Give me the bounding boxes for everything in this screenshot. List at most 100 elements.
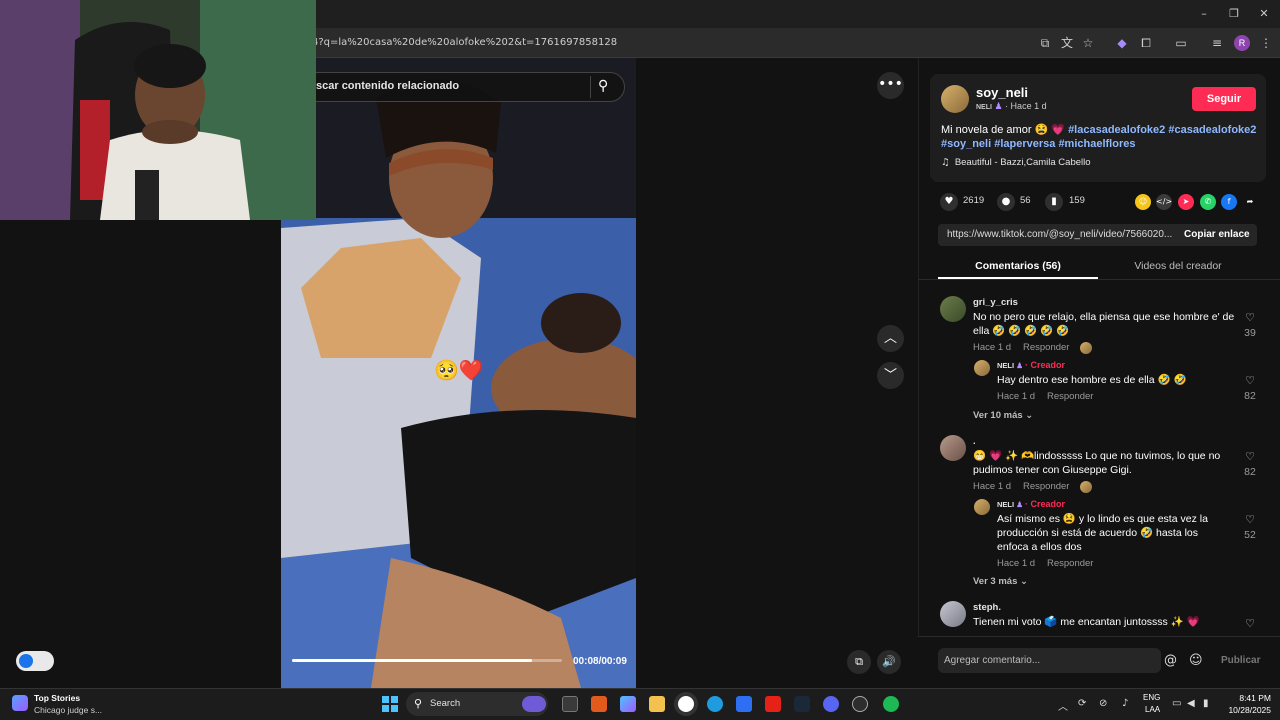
discord-icon[interactable] [823, 696, 839, 712]
close-window-icon[interactable]: ✕ [1256, 6, 1272, 22]
emoji-icon[interactable]: ☺ [1189, 653, 1203, 668]
spotify-icon[interactable] [883, 696, 899, 712]
comment-icon[interactable]: ● [997, 193, 1015, 211]
tray-volume-icon[interactable]: ◀ [1187, 698, 1195, 709]
hashtag-link[interactable]: #soy_neli [941, 138, 991, 150]
commenter-avatar[interactable] [940, 435, 966, 461]
follow-button[interactable]: Seguir [1192, 87, 1256, 111]
reply-user-label: NELI [997, 500, 1015, 509]
tray-battery-icon[interactable]: ▮ [1203, 698, 1209, 709]
video-progress-fill [292, 659, 533, 662]
chevron-down-icon: ⌄ [1025, 410, 1034, 421]
hashtag-link[interactable]: #lacasadealofoke2 [1068, 124, 1165, 136]
tray-microphone-icon[interactable]: ♪ [1122, 698, 1128, 709]
comment-like-icon[interactable]: ♡ [1242, 617, 1258, 630]
app-icon-orange[interactable] [591, 696, 607, 712]
chrome-icon[interactable] [678, 696, 694, 712]
taskbar-search-label: Search [430, 698, 461, 709]
maximize-icon[interactable]: ❐ [1226, 6, 1242, 22]
extensions-puzzle-icon[interactable]: ⧠ [1138, 35, 1154, 51]
send-icon[interactable]: ➤ [1178, 194, 1194, 210]
url-text[interactable]: 4?q=la%20casa%20de%20alofoke%202&t=17616… [312, 37, 617, 48]
news-widget-icon[interactable] [12, 695, 28, 711]
caption-text: Mi novela de amor 😫 💗 [941, 124, 1065, 136]
translate-icon[interactable]: 文 [1059, 35, 1075, 51]
profile-avatar[interactable]: R [1234, 35, 1250, 51]
mini-player-icon[interactable]: ⧉ [847, 650, 871, 674]
comment-username[interactable]: . [973, 436, 976, 447]
author-avatar[interactable] [941, 85, 969, 113]
view-more-replies[interactable]: Ver 10 más ⌄ [973, 410, 1033, 421]
bookmark-icon[interactable]: ▮ [1045, 193, 1063, 211]
embed-icon[interactable]: </> [1156, 194, 1172, 210]
settings-gear-icon[interactable] [852, 696, 868, 712]
file-explorer-icon[interactable] [649, 696, 665, 712]
reply-button[interactable]: Responder [1047, 558, 1093, 569]
hashtag-link[interactable]: #casadealofoke2 [1168, 124, 1256, 136]
comment-like-count: 39 [1244, 327, 1256, 339]
tray-chevron-up-icon[interactable]: ︿ [1058, 698, 1068, 713]
tray-display-icon[interactable]: ▭ [1172, 698, 1181, 709]
news-widget-subtitle[interactable]: Chicago judge s... [34, 705, 102, 715]
share-arrow-icon[interactable]: ➦ [1242, 194, 1258, 210]
reply-text: Hay dentro ese hombre es de ella 🤣 🤣 [997, 374, 1187, 386]
volume-icon[interactable]: 🔊 [877, 650, 901, 674]
reply-button[interactable]: Responder [1047, 391, 1093, 402]
next-video-button[interactable]: ﹀ [877, 362, 904, 389]
creator-avatar[interactable] [974, 499, 990, 515]
windows-start-icon[interactable] [382, 696, 398, 712]
author-name[interactable]: soy_neli [976, 85, 1028, 100]
clock-date[interactable]: 10/28/2025 [1220, 705, 1271, 715]
reply-button[interactable]: Responder [1023, 342, 1069, 353]
steam-icon[interactable] [794, 696, 810, 712]
reply-like-icon[interactable]: ♡ [1242, 513, 1258, 526]
comment-like-icon[interactable]: ♡ [1242, 450, 1258, 463]
comment-username[interactable]: steph. [973, 602, 1001, 613]
cast-icon[interactable]: ⧉ [1037, 35, 1053, 51]
reply-username[interactable]: NELI ♟ · Creador [997, 360, 1065, 370]
tray-network-off-icon[interactable]: ⊘ [1099, 698, 1107, 709]
commenter-avatar[interactable] [940, 601, 966, 627]
hashtag-link[interactable]: #laperversa [994, 138, 1055, 150]
comment-username[interactable]: gri_y_cris [973, 297, 1018, 308]
more-options-button[interactable]: ••• [877, 72, 904, 99]
youtube-icon[interactable] [765, 696, 781, 712]
music-track[interactable]: ♫ Beautiful - Bazzi,Camila Cabello [941, 157, 1091, 168]
minimize-icon[interactable]: – [1196, 6, 1212, 22]
reply-like-icon[interactable]: ♡ [1242, 374, 1258, 387]
copilot-app-icon[interactable] [522, 696, 546, 712]
extension-icon[interactable]: ◆ [1114, 35, 1130, 51]
tab-creator-videos[interactable]: Videos del creador [1098, 260, 1258, 272]
previous-video-button[interactable]: ︿ [877, 325, 904, 352]
creator-avatar[interactable] [974, 360, 990, 376]
task-view-icon[interactable] [562, 696, 578, 712]
copilot-icon[interactable] [620, 696, 636, 712]
copy-link-button[interactable]: Copiar enlace [1184, 229, 1250, 240]
keyboard-layout[interactable]: LAA [1145, 705, 1160, 714]
commenter-avatar[interactable] [940, 296, 966, 322]
language-code[interactable]: ENG [1143, 693, 1160, 702]
whatsapp-icon[interactable]: ✆ [1200, 194, 1216, 210]
view-more-replies[interactable]: Ver 3 más ⌄ [973, 576, 1028, 587]
store-icon[interactable] [736, 696, 752, 712]
clock-time[interactable]: 8:41 PM [1229, 693, 1271, 703]
tray-sync-icon[interactable]: ⟳ [1078, 698, 1086, 709]
video-progress-bar[interactable] [292, 659, 562, 662]
mention-icon[interactable]: @ [1164, 653, 1177, 668]
reply-username[interactable]: NELI ♟ · Creador [997, 499, 1065, 509]
heart-icon[interactable]: ♥ [940, 193, 958, 211]
hashtag-link[interactable]: #michaelflores [1058, 138, 1135, 150]
sidebar-icon[interactable]: ▭ [1173, 35, 1189, 51]
reply-button[interactable]: Responder [1023, 481, 1069, 492]
facebook-icon[interactable]: f [1221, 194, 1237, 210]
publish-button[interactable]: Publicar [1221, 655, 1260, 666]
favorites-share-icon[interactable]: ☺ [1135, 194, 1151, 210]
comment-like-icon[interactable]: ♡ [1242, 311, 1258, 324]
browser-menu-icon[interactable]: ⋮ [1258, 35, 1274, 51]
tab-comments[interactable]: Comentarios (56) [938, 260, 1098, 272]
edge-icon[interactable] [707, 696, 723, 712]
search-icon[interactable]: ⚲ [598, 78, 608, 94]
bookmark-star-icon[interactable]: ☆ [1080, 35, 1096, 51]
reading-list-icon[interactable]: ≡ [1209, 35, 1225, 51]
news-widget-title[interactable]: Top Stories [34, 693, 80, 703]
